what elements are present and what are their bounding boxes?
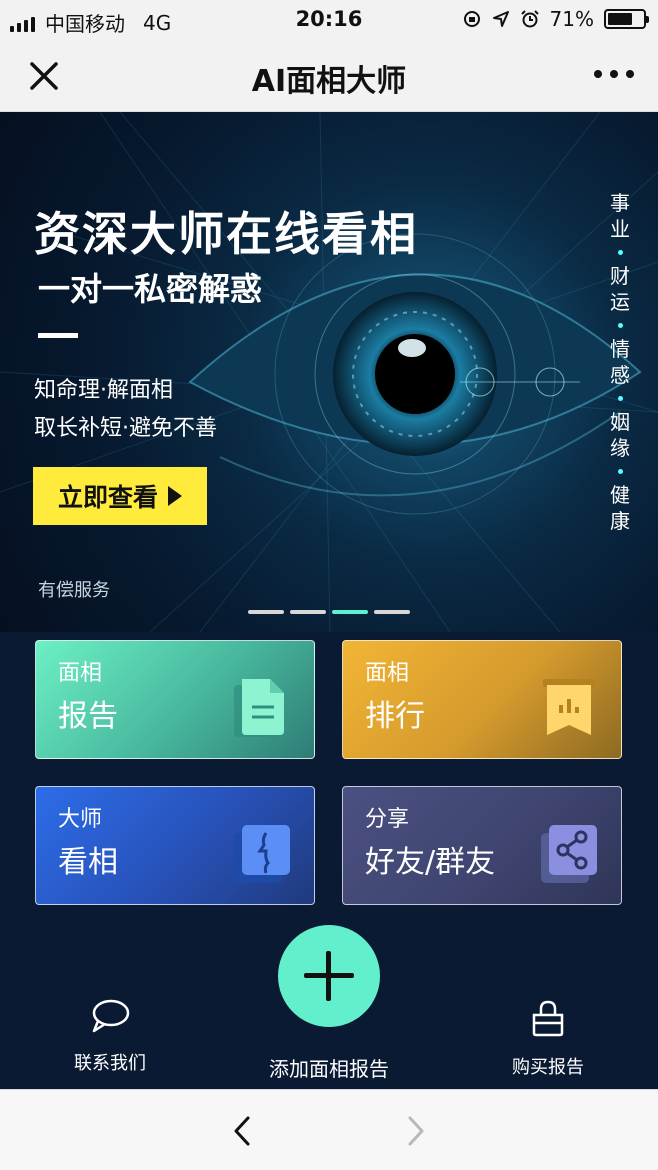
buy-report-label: 购买报告 bbox=[512, 1057, 584, 1078]
side-topic: 健康 bbox=[610, 483, 630, 533]
side-topic: 情感 bbox=[610, 337, 630, 387]
more-dots-icon[interactable] bbox=[594, 62, 634, 86]
share-friends-card[interactable]: 分享 好友/群友 bbox=[342, 786, 622, 905]
page-title: AI面相大师 bbox=[251, 64, 407, 99]
carousel-dot[interactable] bbox=[374, 610, 410, 614]
side-dot bbox=[617, 396, 623, 401]
ranking-chart-icon bbox=[543, 679, 595, 735]
play-triangle-icon bbox=[168, 486, 182, 506]
status-right: 71% bbox=[462, 7, 649, 31]
battery-percent: 71% bbox=[549, 7, 594, 31]
side-dot bbox=[617, 469, 623, 474]
banner-divider bbox=[38, 333, 78, 338]
card-main-label: 看相 bbox=[58, 845, 118, 880]
card-main-label: 好友/群友 bbox=[365, 845, 496, 880]
paid-service-note: 有偿服务 bbox=[38, 580, 110, 601]
card-main-label: 排行 bbox=[365, 699, 425, 734]
bottom-actions: 联系我们 添加面相报告 购买报告 bbox=[0, 905, 658, 1089]
card-top-label: 大师 bbox=[58, 807, 103, 832]
card-top-label: 面相 bbox=[58, 661, 103, 686]
master-reading-card[interactable]: 大师 看相 bbox=[35, 786, 315, 905]
side-topic: 姻缘 bbox=[610, 410, 630, 460]
carousel-dot[interactable] bbox=[248, 610, 284, 614]
rotation-lock-icon bbox=[463, 11, 480, 27]
side-topic-list: 事业 财运 情感 姻缘 健康 bbox=[606, 190, 634, 534]
back-arrow-icon[interactable] bbox=[228, 1114, 258, 1148]
banner-line-2: 取长补短·避免不善 bbox=[34, 416, 217, 441]
view-now-button[interactable]: 立即查看 bbox=[33, 467, 207, 525]
face-ranking-card[interactable]: 面相 排行 bbox=[342, 640, 622, 759]
face-report-card[interactable]: 面相 报告 bbox=[35, 640, 315, 759]
carousel-indicator bbox=[248, 610, 410, 614]
card-top-label: 分享 bbox=[365, 807, 410, 832]
carousel-dot[interactable] bbox=[332, 610, 368, 614]
location-arrow-icon bbox=[492, 11, 509, 27]
battery-icon bbox=[604, 9, 649, 29]
hero-banner[interactable]: 资深大师在线看相 一对一私密解惑 知命理·解面相 取长补短·避免不善 立即查看 … bbox=[0, 112, 658, 632]
side-topic: 财运 bbox=[610, 264, 630, 314]
chat-bubble-icon bbox=[92, 999, 130, 1033]
card-top-label: 面相 bbox=[365, 661, 410, 686]
banner-subheadline: 一对一私密解惑 bbox=[38, 270, 263, 308]
view-now-label: 立即查看 bbox=[57, 483, 158, 512]
side-dot bbox=[617, 323, 623, 328]
document-icon bbox=[234, 679, 284, 737]
side-topic: 事业 bbox=[610, 191, 630, 241]
side-dot bbox=[617, 250, 623, 255]
shopping-bag-icon bbox=[532, 1000, 564, 1037]
carousel-dot[interactable] bbox=[290, 610, 326, 614]
face-profile-icon bbox=[234, 825, 290, 883]
browser-toolbar bbox=[0, 1089, 658, 1170]
status-bar: 中国移动 4G 20:16 71% bbox=[0, 0, 658, 40]
share-icon bbox=[541, 825, 597, 883]
buy-report-button[interactable]: 购买报告 bbox=[498, 999, 598, 1079]
banner-line-1: 知命理·解面相 bbox=[34, 378, 173, 403]
card-main-label: 报告 bbox=[58, 699, 118, 734]
alarm-icon bbox=[520, 10, 539, 28]
forward-arrow-icon[interactable] bbox=[400, 1114, 430, 1148]
add-report-plus-button[interactable] bbox=[278, 925, 380, 1027]
nav-bar: AI面相大师 bbox=[0, 40, 658, 112]
banner-headline: 资深大师在线看相 bbox=[34, 207, 418, 261]
